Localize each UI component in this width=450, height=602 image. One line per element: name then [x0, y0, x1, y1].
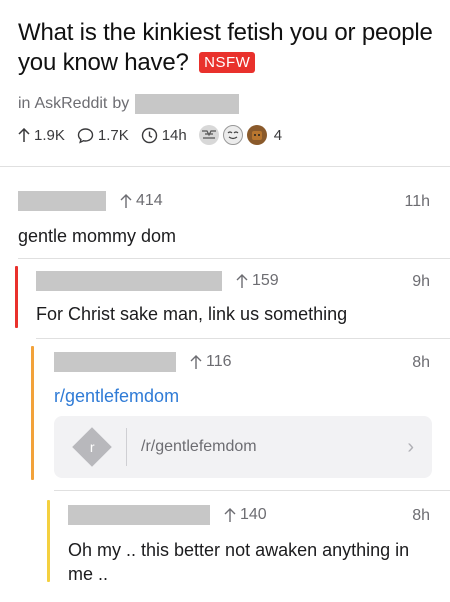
- post-stats: 1.9K 1.7K 14h 4: [18, 125, 282, 145]
- award-icon: [222, 125, 243, 145]
- link-preview-card[interactable]: r /r/gentlefemdom ›: [54, 416, 432, 478]
- comment-score[interactable]: 414: [120, 192, 163, 210]
- comment-score[interactable]: 140: [224, 506, 267, 524]
- comment-time: 11h: [404, 193, 430, 210]
- upvote-count: 1.9K: [34, 126, 65, 144]
- comment-divider: [54, 490, 450, 491]
- upvote-arrow-icon: [120, 193, 132, 208]
- comment-body: gentle mommy dom: [18, 226, 177, 246]
- post-divider: [0, 166, 450, 167]
- upvote-arrow-icon: [18, 127, 30, 142]
- award-count: 4: [273, 126, 283, 144]
- comment-score-value: 414: [136, 192, 163, 209]
- chevron-right-icon: ›: [407, 435, 414, 458]
- awards[interactable]: 4: [198, 125, 283, 145]
- comment-score-value: 140: [240, 506, 267, 523]
- upvote-arrow-icon: [236, 273, 248, 288]
- award-icon: [198, 125, 219, 145]
- award-icon: [246, 125, 267, 145]
- upvote-arrow-icon: [224, 507, 236, 522]
- comment-score[interactable]: 159: [236, 272, 279, 290]
- comment-time: 8h: [412, 354, 430, 371]
- comment-score-value: 116: [206, 353, 232, 370]
- card-separator: [126, 428, 127, 466]
- author-redacted: [135, 94, 240, 114]
- comment-count: 1.7K: [97, 126, 129, 144]
- thread-line[interactable]: [47, 500, 50, 582]
- clock-icon: [141, 127, 157, 143]
- comment-divider: [36, 338, 450, 339]
- comment-stat[interactable]: 1.7K: [77, 127, 129, 144]
- by-label: by: [112, 95, 130, 112]
- author-redacted: [18, 191, 106, 211]
- post-header: What is the kinkiest fetish you or peopl…: [18, 18, 438, 78]
- thread-line[interactable]: [15, 266, 18, 328]
- author-redacted: [54, 352, 176, 372]
- comment-body: For Christ sake man, link us something: [36, 304, 348, 324]
- author-redacted: [68, 505, 210, 525]
- subreddit-link[interactable]: AskReddit: [34, 95, 107, 113]
- comment-time: 9h: [412, 273, 430, 290]
- comment-body: Oh my .. this better not awaken anything…: [68, 540, 410, 584]
- comment-score[interactable]: 116: [190, 353, 232, 371]
- link-icon-letter: r: [89, 438, 95, 455]
- post-title: What is the kinkiest fetish you or peopl…: [18, 18, 438, 78]
- thread-line[interactable]: [31, 346, 34, 480]
- post-age: 14h: [161, 126, 187, 144]
- comment-bubble-icon: [77, 127, 94, 143]
- nsfw-badge: NSFW: [199, 52, 256, 73]
- comment-header: 116: [54, 352, 232, 372]
- link-url: /r/gentlefemdom: [141, 438, 257, 455]
- in-label: in: [18, 95, 31, 112]
- comment-divider: [18, 258, 450, 259]
- comment-score-value: 159: [252, 272, 279, 289]
- reddit-link-icon: r: [72, 427, 112, 467]
- comment-header: 140: [68, 505, 267, 525]
- upvote-stat[interactable]: 1.9K: [18, 127, 65, 144]
- comment-header: 414: [18, 191, 163, 211]
- age-stat: 14h: [141, 127, 187, 144]
- upvote-arrow-icon: [190, 354, 202, 369]
- comment-time: 8h: [412, 507, 430, 524]
- subreddit-link-text[interactable]: r/gentlefemdom: [54, 384, 434, 408]
- post-meta: in AskReddit by: [18, 94, 240, 114]
- comment-header: 159: [36, 271, 279, 291]
- author-redacted: [36, 271, 222, 291]
